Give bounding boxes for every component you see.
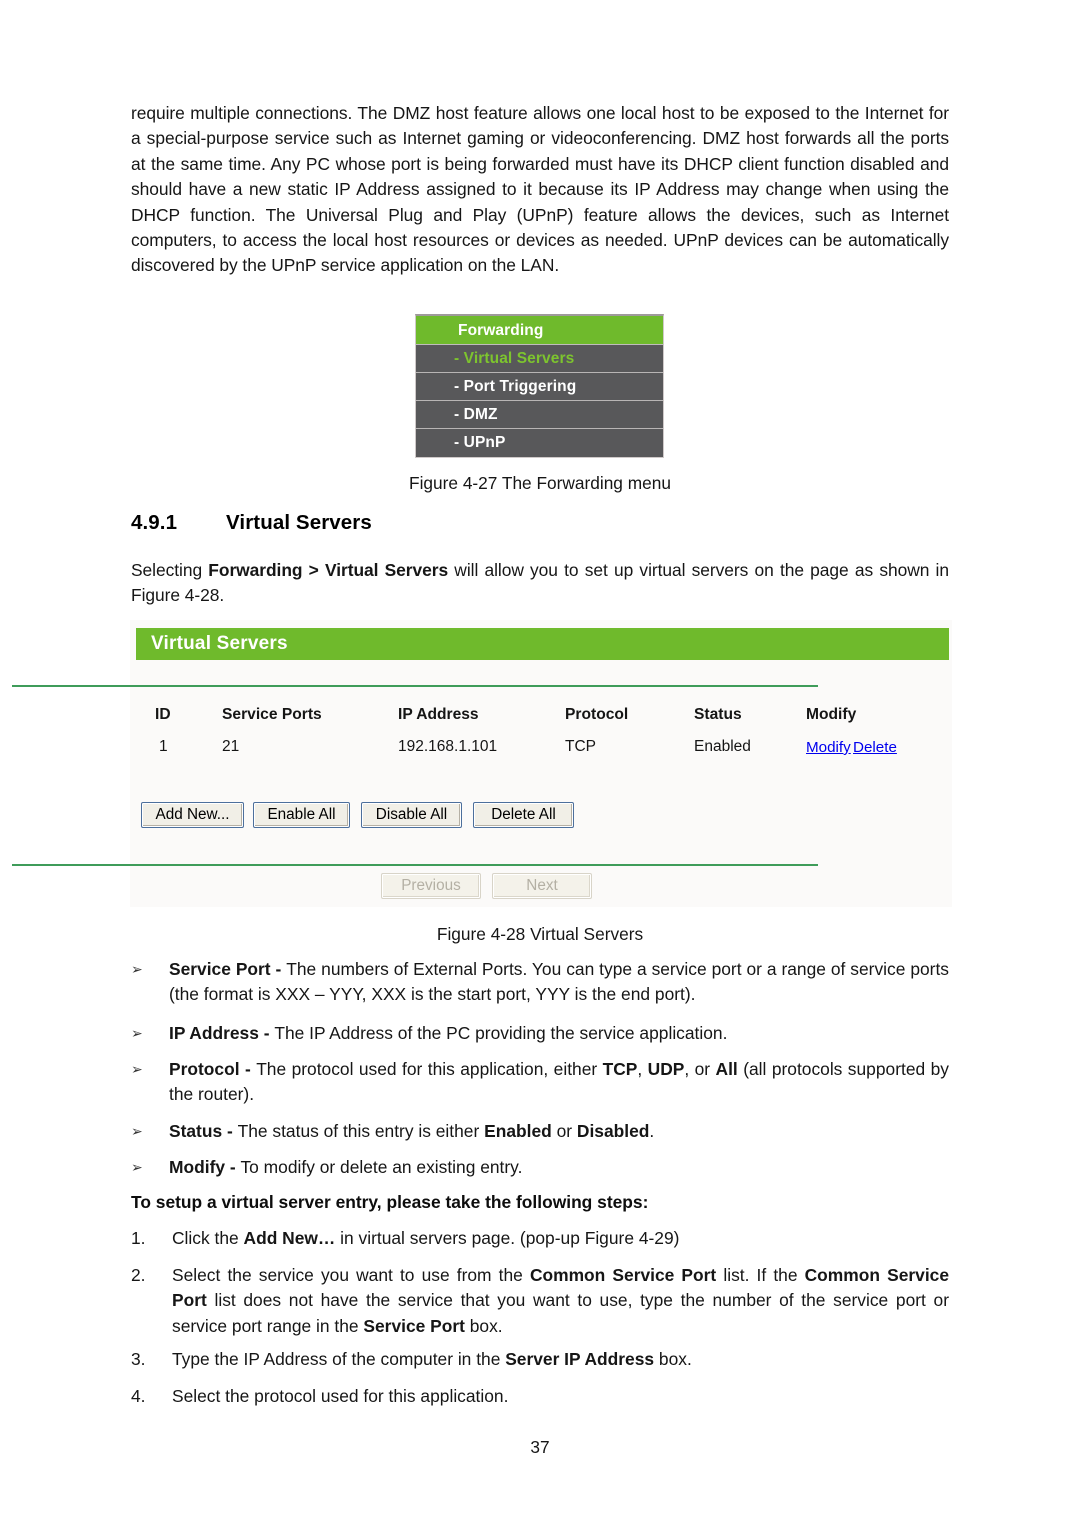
- virtual-servers-panel-title: Virtual Servers: [136, 628, 949, 660]
- step-text: Select the service you want to use from …: [172, 1265, 949, 1336]
- menu-item-port-triggering[interactable]: - Port Triggering: [416, 373, 663, 401]
- step-text: Type the IP Address of the computer in t…: [172, 1349, 692, 1369]
- bullet-term-ip-address: IP Address -: [169, 1023, 275, 1043]
- column-header-service-ports: Service Ports: [222, 706, 322, 723]
- column-header-status: Status: [694, 706, 742, 723]
- delete-link[interactable]: Delete: [853, 739, 897, 756]
- page-number: 37: [530, 1437, 550, 1457]
- figure-caption-4-27: Figure 4-27 The Forwarding menu: [409, 473, 671, 493]
- arrow-bullet-icon: ➢: [131, 961, 143, 977]
- selecting-paragraph: Selecting Forwarding > Virtual Servers w…: [131, 558, 949, 609]
- enable-all-button[interactable]: Enable All: [253, 802, 350, 828]
- bullet-protocol: ➢ Protocol - The protocol used for this …: [131, 1057, 949, 1108]
- menu-item-dmz[interactable]: - DMZ: [416, 401, 663, 429]
- bullet-term-protocol: Protocol -: [169, 1059, 257, 1079]
- menu-item-upnp[interactable]: - UPnP: [416, 429, 663, 457]
- bullet-desc-status: The status of this entry is either Enabl…: [237, 1121, 655, 1141]
- previous-button[interactable]: Previous: [381, 873, 481, 899]
- table-row-cell-status: Enabled: [694, 738, 751, 755]
- selecting-prefix: Selecting: [131, 560, 209, 580]
- bullet-ip-address: ➢ IP Address - The IP Address of the PC …: [131, 1021, 949, 1046]
- column-header-ip-address: IP Address: [398, 706, 479, 723]
- bullet-term-status: Status -: [169, 1121, 238, 1141]
- step-number: 4.: [131, 1386, 146, 1406]
- bullet-modify: ➢ Modify - To modify or delete an existi…: [131, 1155, 949, 1180]
- arrow-bullet-icon: ➢: [131, 1025, 143, 1041]
- section-number: 4.9.1: [131, 511, 178, 534]
- step-number: 1.: [131, 1228, 146, 1248]
- step-2: 2. Select the service you want to use fr…: [131, 1263, 949, 1339]
- bullet-desc-modify: To modify or delete an existing entry.: [240, 1157, 523, 1177]
- next-button[interactable]: Next: [492, 873, 592, 899]
- arrow-bullet-icon: ➢: [131, 1159, 143, 1175]
- intro-paragraph: require multiple connections. The DMZ ho…: [131, 103, 949, 276]
- table-row-cell-protocol: TCP: [565, 738, 596, 755]
- column-header-modify: Modify: [806, 706, 857, 723]
- step-1: 1. Click the Add New… in virtual servers…: [131, 1226, 949, 1251]
- delete-all-button[interactable]: Delete All: [473, 802, 574, 828]
- pagination-divider: [12, 864, 818, 866]
- column-header-protocol: Protocol: [565, 706, 629, 723]
- step-4: 4. Select the protocol used for this app…: [131, 1384, 949, 1409]
- bullet-status: ➢ Status - The status of this entry is e…: [131, 1119, 949, 1144]
- arrow-bullet-icon: ➢: [131, 1061, 143, 1077]
- column-header-id: ID: [155, 706, 171, 723]
- bullet-term-service-port: Service Port -: [169, 959, 287, 979]
- bullet-desc-service-port: The numbers of External Ports. You can t…: [169, 959, 949, 1005]
- menu-header-forwarding[interactable]: Forwarding: [416, 316, 663, 345]
- step-number: 3.: [131, 1349, 146, 1369]
- steps-heading: To setup a virtual server entry, please …: [131, 1192, 649, 1212]
- step-text: Select the protocol used for this applic…: [172, 1386, 509, 1406]
- document-page: require multiple connections. The DMZ ho…: [0, 0, 1080, 1527]
- step-text: Click the Add New… in virtual servers pa…: [172, 1228, 680, 1248]
- forwarding-menu-figure: Forwarding - Virtual Servers - Port Trig…: [415, 314, 664, 458]
- figure-caption-4-28: Figure 4-28 Virtual Servers: [436, 924, 644, 944]
- disable-all-button[interactable]: Disable All: [361, 802, 462, 828]
- table-row-cell-service-ports: 21: [222, 738, 240, 755]
- bullet-term-modify: Modify -: [169, 1157, 241, 1177]
- table-top-divider: [12, 685, 818, 687]
- arrow-bullet-icon: ➢: [131, 1123, 143, 1139]
- bullet-service-port: ➢ Service Port - The numbers of External…: [131, 957, 949, 1008]
- bullet-desc-ip-address: The IP Address of the PC providing the s…: [274, 1023, 728, 1043]
- modify-link[interactable]: Modify: [806, 739, 851, 756]
- page-title: 4.9.1 Virtual Servers: [131, 511, 372, 535]
- add-new-button[interactable]: Add New...: [141, 802, 244, 828]
- selecting-bold: Forwarding > Virtual Servers: [208, 560, 449, 580]
- section-title: Virtual Servers: [226, 511, 372, 534]
- step-number: 2.: [131, 1265, 146, 1285]
- table-row-cell-ip-address: 192.168.1.101: [398, 738, 498, 755]
- bullet-desc-protocol: The protocol used for this application, …: [169, 1059, 949, 1105]
- step-3: 3. Type the IP Address of the computer i…: [131, 1347, 949, 1372]
- table-row-cell-id: 1: [159, 738, 168, 755]
- menu-item-virtual-servers[interactable]: - Virtual Servers: [416, 345, 663, 373]
